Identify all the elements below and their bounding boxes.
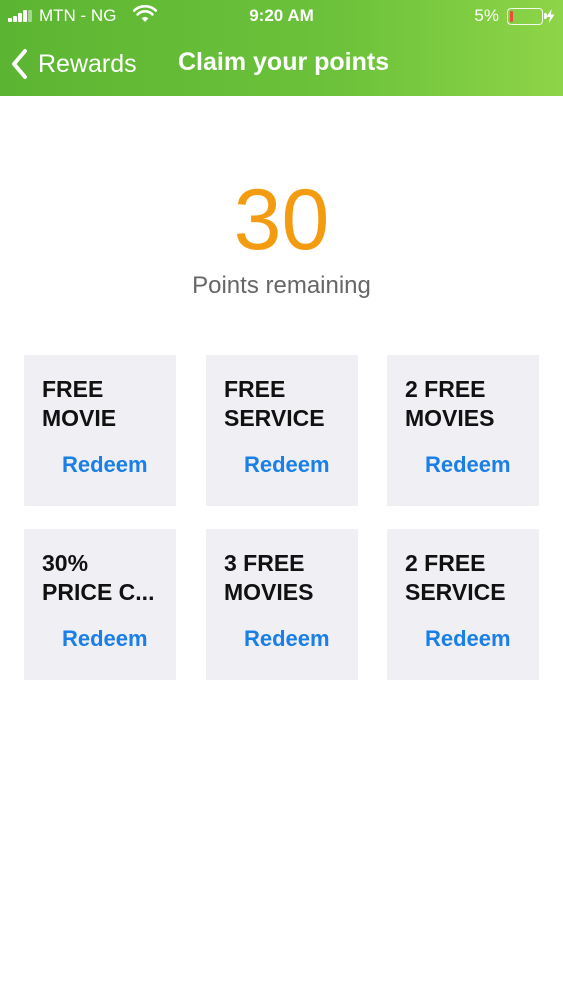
navigation-bar: Rewards Claim your points <box>0 40 563 88</box>
reward-title: FREE SERVICE <box>224 376 325 431</box>
redeem-button[interactable]: Redeem <box>425 452 511 478</box>
reward-title: FREE MOVIE <box>42 376 117 431</box>
reward-card-2-free-service: 2 FREE SERVICE Redeem <box>387 529 539 680</box>
charging-bolt-icon <box>546 9 555 23</box>
redeem-button[interactable]: Redeem <box>244 626 330 652</box>
points-summary: 30 Points remaining <box>0 170 563 300</box>
chevron-left-icon <box>12 49 27 79</box>
reward-title: 3 FREE MOVIES <box>224 550 314 605</box>
reward-card-30-percent-price-cut: 30% PRICE C... Redeem <box>24 529 176 680</box>
reward-card-free-service: FREE SERVICE Redeem <box>206 355 358 506</box>
header: MTN - NG 9:20 AM 5% Rewards Claim your p… <box>0 0 563 96</box>
redeem-button[interactable]: Redeem <box>62 452 148 478</box>
battery-percent: 5% <box>474 6 499 25</box>
back-button[interactable]: Rewards <box>10 46 137 82</box>
points-label: Points remaining <box>192 272 371 299</box>
reward-card-2-free-movies: 2 FREE MOVIES Redeem <box>387 355 539 506</box>
redeem-button[interactable]: Redeem <box>244 452 330 478</box>
page-title: Claim your points <box>178 48 390 76</box>
points-value: 30 <box>233 172 330 268</box>
battery-icon <box>507 8 547 25</box>
reward-title: 30% PRICE C... <box>42 550 155 605</box>
back-button-label: Rewards <box>38 49 137 78</box>
status-bar: MTN - NG 9:20 AM 5% <box>0 0 563 32</box>
reward-title: 2 FREE MOVIES <box>405 376 495 431</box>
reward-card-free-movie: FREE MOVIE Redeem <box>24 355 176 506</box>
reward-card-3-free-movies: 3 FREE MOVIES Redeem <box>206 529 358 680</box>
reward-title: 2 FREE SERVICE <box>405 550 506 605</box>
redeem-button[interactable]: Redeem <box>62 626 148 652</box>
redeem-button[interactable]: Redeem <box>425 626 511 652</box>
